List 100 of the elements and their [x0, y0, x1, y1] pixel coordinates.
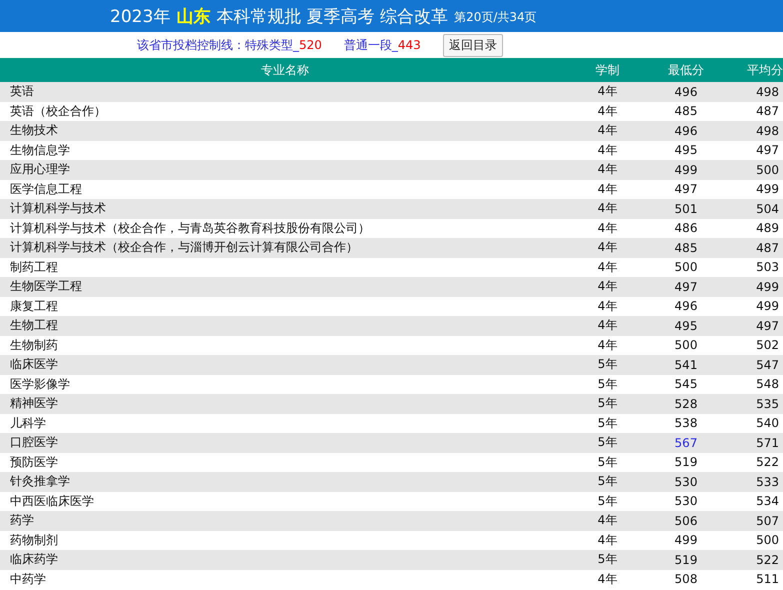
table-cell-text: 4年	[596, 220, 618, 237]
table-cell-text: 495	[674, 143, 698, 158]
page-info: 第20页/共34页	[454, 9, 537, 26]
table-cell-text: 针灸推拿学	[9, 473, 71, 490]
table-cell-text: 519	[674, 455, 698, 470]
table-cell-text: 生物工程	[9, 317, 59, 334]
table-cell-text: 497	[755, 143, 780, 158]
table-cell-text: 522	[755, 455, 780, 470]
table-cell-text: 498	[755, 124, 780, 138]
table-cell-text: 4年	[596, 102, 618, 120]
table-cell-text: 预防医学	[9, 454, 59, 471]
page-title: 本科常规批 夏季高考 综合改革	[216, 6, 448, 28]
table-cell-text: 504	[755, 202, 780, 216]
table-cell-text: 498	[755, 84, 780, 99]
table-cell-text: 英语（校企合作）	[9, 102, 107, 120]
control-line-name: 特殊类型_	[245, 36, 299, 54]
table-cell-text: 医学影像学	[9, 376, 71, 393]
table-cell-text: 5年	[596, 434, 618, 452]
table-cell-text: 4年	[596, 532, 618, 549]
table-cell-text: 计算机科学与技术（校企合作，与青岛英谷教育科技股份有限公司）	[9, 220, 371, 237]
table-cell-text: 567	[674, 436, 698, 450]
table-cell-text: 530	[674, 474, 698, 489]
table-cell-text: 497	[755, 318, 780, 333]
table-cell-text: 522	[755, 552, 780, 567]
table-cell-text: 5年	[596, 454, 618, 471]
table-cell-text: 临床药学	[9, 551, 59, 568]
table-cell-text: 4年	[596, 512, 618, 530]
table-cell-text: 499	[674, 533, 698, 548]
table-cell-text: 496	[674, 84, 698, 99]
table-cell-text: 精神医学	[9, 395, 59, 412]
table-cell-text: 499	[674, 162, 698, 177]
table-cell-text: 4年	[596, 336, 618, 354]
table-cell-text: 儿科学	[9, 414, 47, 432]
table-cell-text: 4年	[596, 83, 618, 100]
column-header: 最低分	[667, 62, 705, 78]
title-province: 山东	[176, 6, 210, 28]
table-cell-text: 511	[755, 572, 780, 586]
table-cell-text: 康复工程	[9, 298, 59, 315]
table-cell-text: 5年	[596, 395, 618, 412]
table-cell-text: 487	[755, 240, 780, 255]
table-cell-text: 503	[755, 260, 780, 274]
table-cell-text: 药物制剂	[9, 532, 59, 549]
table-cell-text: 4年	[596, 317, 618, 334]
table-cell-text: 530	[674, 494, 698, 508]
table-cell-text: 药学	[9, 512, 35, 530]
table-cell-text: 英语	[9, 83, 35, 100]
table-cell-text: 口腔医学	[9, 434, 59, 452]
table-cell-text: 临床医学	[9, 356, 59, 374]
table-cell-text: 4年	[596, 161, 618, 178]
table-cell-text: 508	[674, 572, 698, 586]
table-cell-text: 4年	[596, 239, 618, 256]
table-cell-text: 507	[755, 514, 780, 528]
table-cell-text: 497	[674, 182, 698, 196]
title-year: 2023年	[110, 6, 170, 28]
table-cell-text: 541	[674, 358, 698, 372]
column-header: 学制	[594, 62, 620, 78]
table-cell-text: 应用心理学	[9, 161, 71, 178]
table-cell-text: 500	[674, 260, 698, 274]
table-cell-text: 485	[674, 104, 698, 118]
table-cell-text: 5年	[596, 551, 618, 568]
table-cell-text: 485	[674, 240, 698, 255]
table-cell-text: 5年	[596, 376, 618, 393]
table-cell-text: 生物医学工程	[9, 278, 83, 296]
table-cell-text: 487	[755, 104, 780, 118]
table-cell-text: 500	[755, 533, 780, 548]
table-cell-text: 生物技术	[9, 122, 59, 140]
table-cell-text: 497	[674, 280, 698, 294]
table-cell-text: 中药学	[9, 570, 47, 588]
table-cell-text: 534	[755, 494, 780, 508]
table-cell-text: 生物制药	[9, 336, 59, 354]
table-cell-text: 计算机科学与技术（校企合作，与淄博开创云计算有限公司合作）	[9, 239, 359, 256]
table-cell-text: 中西医临床医学	[9, 492, 95, 510]
table-cell-text: 500	[674, 338, 698, 352]
table-cell-text: 499	[755, 299, 780, 314]
table-cell-text: 5年	[596, 492, 618, 510]
control-line-label: 该省市投档控制线：	[137, 36, 245, 54]
back-button[interactable]: 返回目录	[442, 34, 503, 56]
table-cell-text: 4年	[596, 142, 618, 159]
table-cell-text: 519	[674, 552, 698, 567]
table-cell-text: 5年	[596, 356, 618, 374]
table-cell-text: 571	[755, 436, 780, 450]
table-cell-text: 5年	[596, 473, 618, 490]
control-line-value: 443	[398, 38, 421, 52]
table-cell-text: 4年	[596, 122, 618, 140]
table-cell-text: 540	[755, 416, 780, 430]
table-cell-text: 495	[674, 318, 698, 333]
table-cell-text: 535	[755, 396, 780, 411]
table-cell-text: 计算机科学与技术	[9, 200, 107, 218]
table-cell-text: 4年	[596, 570, 618, 588]
table-cell-text: 500	[755, 162, 780, 177]
table-cell-text: 4年	[596, 180, 618, 198]
table-cell-text: 4年	[596, 200, 618, 218]
table-cell-text: 4年	[596, 278, 618, 296]
table-cell-text: 4年	[596, 298, 618, 315]
table-cell-text: 528	[674, 396, 698, 411]
control-line-value: 520	[299, 38, 322, 52]
table-cell-text: 499	[755, 182, 780, 196]
table-cell-text: 499	[755, 280, 780, 294]
table-cell-text: 486	[674, 221, 698, 236]
table-cell-text: 533	[755, 474, 780, 489]
